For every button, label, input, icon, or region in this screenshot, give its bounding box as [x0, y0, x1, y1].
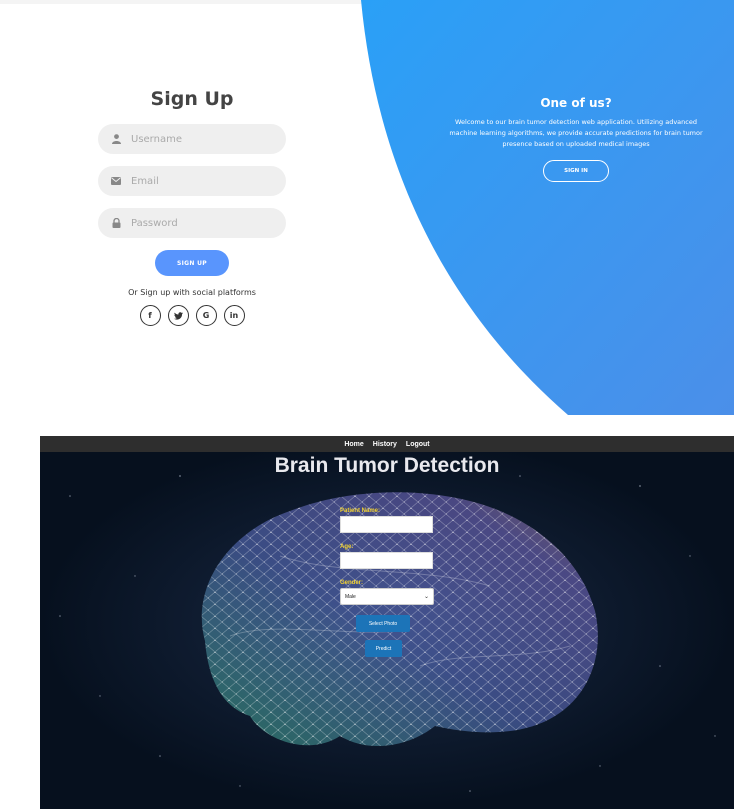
facebook-button[interactable]: f: [139, 305, 161, 326]
user-icon: [110, 133, 122, 145]
patient-name-label: Patient Name:: [340, 508, 381, 514]
panel-title: One of us?: [540, 96, 612, 110]
select-photo-button[interactable]: Select Photo: [356, 615, 410, 632]
twitter-icon: [173, 311, 183, 320]
twitter-button[interactable]: [167, 305, 189, 326]
envelope-icon: [110, 175, 122, 187]
chevron-down-icon: ⌄: [423, 594, 429, 600]
email-input[interactable]: [131, 175, 271, 187]
lock-icon: [110, 217, 122, 229]
signup-title: Sign Up: [150, 88, 234, 110]
detection-screen: Home History Logout Brain Tumor Detectio…: [40, 436, 734, 809]
username-field[interactable]: [98, 124, 286, 154]
age-label: Age:: [340, 544, 354, 550]
nav-logout[interactable]: Logout: [406, 441, 430, 448]
gender-selected-value: Male: [345, 593, 356, 600]
signup-screen: Sign Up SIGN UP Or Sign up with social p…: [0, 0, 734, 415]
linkedin-button[interactable]: in: [223, 305, 245, 326]
linkedin-icon: in: [229, 311, 239, 320]
navbar: Home History Logout: [40, 436, 734, 452]
social-buttons: f G in: [98, 305, 286, 326]
nav-home[interactable]: Home: [344, 441, 363, 448]
page-title: Brain Tumor Detection: [274, 454, 500, 477]
username-input[interactable]: [131, 133, 271, 145]
detection-form: Patient Name: Age: Gender: Male ⌄ Select…: [340, 508, 440, 657]
predict-button[interactable]: Predict: [365, 640, 402, 657]
welcome-panel: One of us? Welcome to our brain tumor de…: [436, 96, 716, 182]
google-button[interactable]: G: [195, 305, 217, 326]
gender-select[interactable]: Male ⌄: [340, 588, 434, 605]
panel-description: Welcome to our brain tumor detection web…: [449, 118, 703, 148]
password-input[interactable]: [131, 217, 271, 229]
email-field[interactable]: [98, 166, 286, 196]
signup-form: Sign Up SIGN UP Or Sign up with social p…: [98, 88, 286, 326]
social-text: Or Sign up with social platforms: [128, 288, 256, 297]
password-field[interactable]: [98, 208, 286, 238]
age-input[interactable]: [340, 552, 433, 569]
google-icon: G: [202, 311, 210, 320]
patient-name-input[interactable]: [340, 516, 433, 533]
facebook-icon: f: [148, 311, 152, 320]
gender-label: Gender:: [340, 580, 364, 586]
signin-button[interactable]: SIGN IN: [543, 160, 609, 182]
signup-button[interactable]: SIGN UP: [155, 250, 229, 276]
nav-history[interactable]: History: [373, 441, 397, 448]
